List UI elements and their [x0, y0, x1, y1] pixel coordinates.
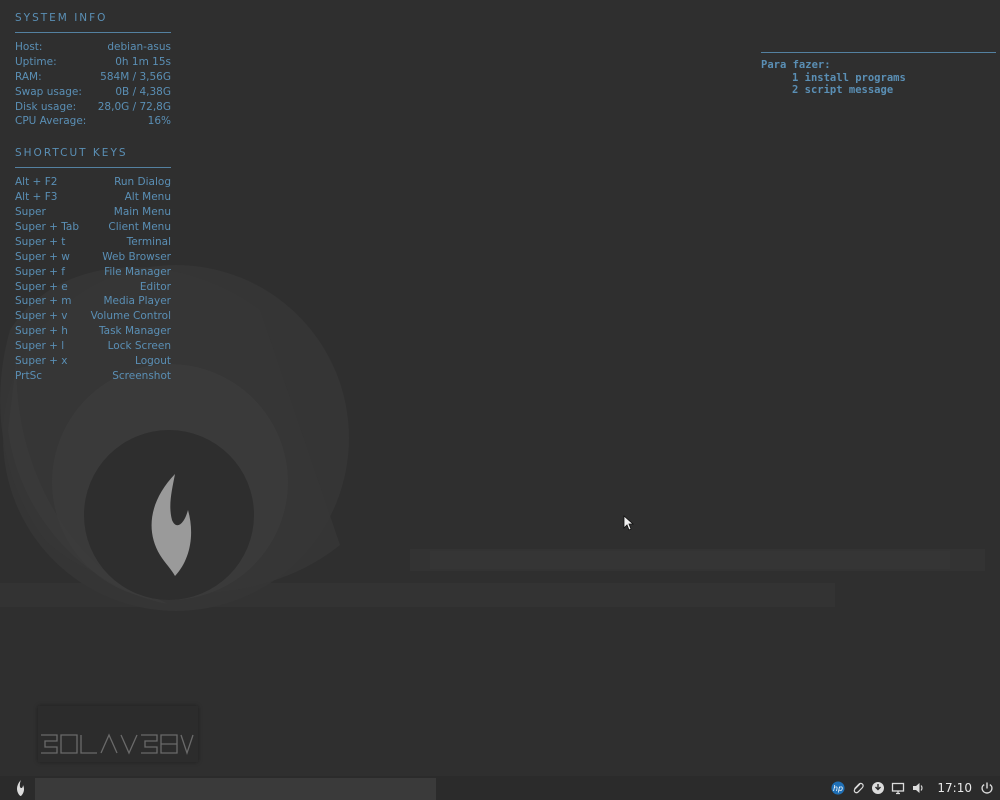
shortcut-action: Lock Screen [107, 340, 171, 353]
taskbar: hp 17:10 [0, 776, 1000, 800]
shortcut-key: Super + e [15, 280, 68, 293]
mouse-cursor-icon [623, 515, 635, 531]
shortcut-action: Media Player [103, 295, 171, 308]
update-icon[interactable] [871, 781, 885, 795]
system-info-value: 0h 1m 15s [115, 55, 171, 68]
shortcut-keys-title: SHORTCUT KEYS [15, 147, 128, 160]
system-info-row: CPU Average: 16% [15, 114, 171, 129]
todo-title: Para fazer: [761, 59, 831, 71]
shortcut-row: Super + l Lock Screen [15, 339, 171, 354]
system-info-row: Disk usage: 28,0G / 72,8G [15, 100, 171, 115]
shortcut-key: Super + Tab [15, 221, 80, 234]
system-info-row: RAM: 584M / 3,56G [15, 70, 171, 85]
power-icon[interactable] [980, 781, 994, 795]
shortcut-row: Super + x Logout [15, 354, 171, 369]
system-info-list: Host: debian-asus Uptime: 0h 1m 15s RAM: 584M… [15, 40, 171, 129]
shortcut-row: Super Main Menu [15, 205, 171, 220]
system-info-row: Uptime: 0h 1m 15s [15, 55, 171, 70]
shortcut-row: Super + h Task Manager [15, 324, 171, 339]
shortcut-row: Super + m Media Player [15, 294, 171, 309]
system-info-value: 0B / 4,38G [115, 85, 171, 98]
shortcut-row: Super + Tab Client Menu [15, 220, 171, 235]
shortcut-row: Super + v Volume Control [15, 309, 171, 324]
shortcut-key: Super + t [15, 235, 66, 248]
system-info-value: debian-asus [107, 41, 171, 53]
shortcut-key: Super + f [15, 265, 65, 278]
main-menu-button[interactable] [10, 776, 32, 800]
shortcut-action: Task Manager [98, 325, 171, 338]
shortcut-action: Client Menu [108, 221, 171, 234]
shortcut-key: Super + w [15, 250, 70, 263]
display-icon[interactable] [891, 781, 905, 795]
shortcut-row: Alt + F3 Alt Menu [15, 190, 171, 205]
shortcut-key: Alt + F3 [15, 191, 58, 204]
system-info-value: 28,0G / 72,8G [97, 100, 171, 113]
system-info-value: 584M / 3,56G [100, 70, 171, 83]
clock[interactable]: 17:10 [937, 781, 972, 795]
shortcut-row: Super + e Editor [15, 280, 171, 295]
paperclip-icon[interactable] [851, 781, 865, 795]
system-tray: hp 17:10 [831, 776, 994, 800]
shortcut-row: Super + t Terminal [15, 235, 171, 250]
shortcut-key: Super + m [15, 295, 72, 308]
shortcut-action: Terminal [126, 235, 171, 248]
shortcut-action: Web Browser [102, 250, 171, 263]
system-info-row: Swap usage: 0B / 4,38G [15, 85, 171, 100]
system-info-label: RAM: [15, 70, 42, 83]
shortcut-key: Alt + F2 [15, 176, 58, 189]
system-info-label: Disk usage: [15, 100, 77, 113]
shortcut-action: Run Dialog [114, 176, 171, 189]
shortcut-row: Super + w Web Browser [15, 250, 171, 265]
flame-icon [17, 780, 25, 796]
shortcut-key: Super + v [15, 310, 68, 323]
system-info-title: SYSTEM INFO [15, 12, 108, 24]
shortcut-key: Super [15, 206, 46, 219]
brand-logo [38, 706, 198, 762]
shortcut-action: Screenshot [112, 369, 171, 382]
shortcut-key: Super + h [15, 325, 68, 338]
system-info-label: Uptime: [15, 55, 57, 68]
todo-divider [761, 52, 996, 53]
shortcut-action: Editor [139, 280, 171, 293]
shortcut-action: File Manager [104, 265, 171, 278]
bunsenlabs-wordmark-icon [41, 733, 194, 756]
system-info-label: Swap usage: [15, 85, 82, 98]
shortcut-row: Alt + F2 Run Dialog [15, 175, 171, 190]
shortcut-action: Volume Control [90, 310, 171, 323]
shortcut-key: Super + l [15, 340, 65, 353]
shortcut-keys-list: Alt + F2 Run Dialog Alt + F3 Alt Menu Super M… [15, 175, 171, 383]
shortcut-key: Super + x [15, 355, 68, 368]
todo-item: 1 install programs [792, 71, 906, 84]
svg-text:hp: hp [833, 784, 843, 793]
system-info-row: Host: debian-asus [15, 40, 171, 55]
shortcut-keys-divider [15, 167, 171, 169]
shortcut-row: Super + f File Manager [15, 265, 171, 280]
shortcut-row: PrtSc Screenshot [15, 369, 171, 384]
system-info-divider [15, 32, 171, 33]
volume-icon[interactable] [911, 781, 925, 795]
shortcut-action: Logout [135, 355, 171, 368]
task-list[interactable] [35, 778, 436, 800]
system-info-value: 16% [147, 115, 171, 128]
shortcut-key: PrtSc [15, 369, 43, 382]
shortcut-action: Alt Menu [124, 191, 171, 204]
shortcut-action: Main Menu [113, 206, 171, 219]
system-info-panel: SYSTEM INFO Host: debian-asus Uptime: 0h 1m… [15, 10, 171, 384]
hp-icon[interactable]: hp [831, 781, 845, 795]
system-info-label: Host: [15, 41, 43, 53]
system-info-label: CPU Average: [15, 115, 87, 128]
desktop-ghost-bar [430, 551, 950, 569]
todo-item: 2 script message [792, 84, 894, 97]
todo-panel: Para fazer: 1 install programs 2 script … [761, 52, 996, 97]
